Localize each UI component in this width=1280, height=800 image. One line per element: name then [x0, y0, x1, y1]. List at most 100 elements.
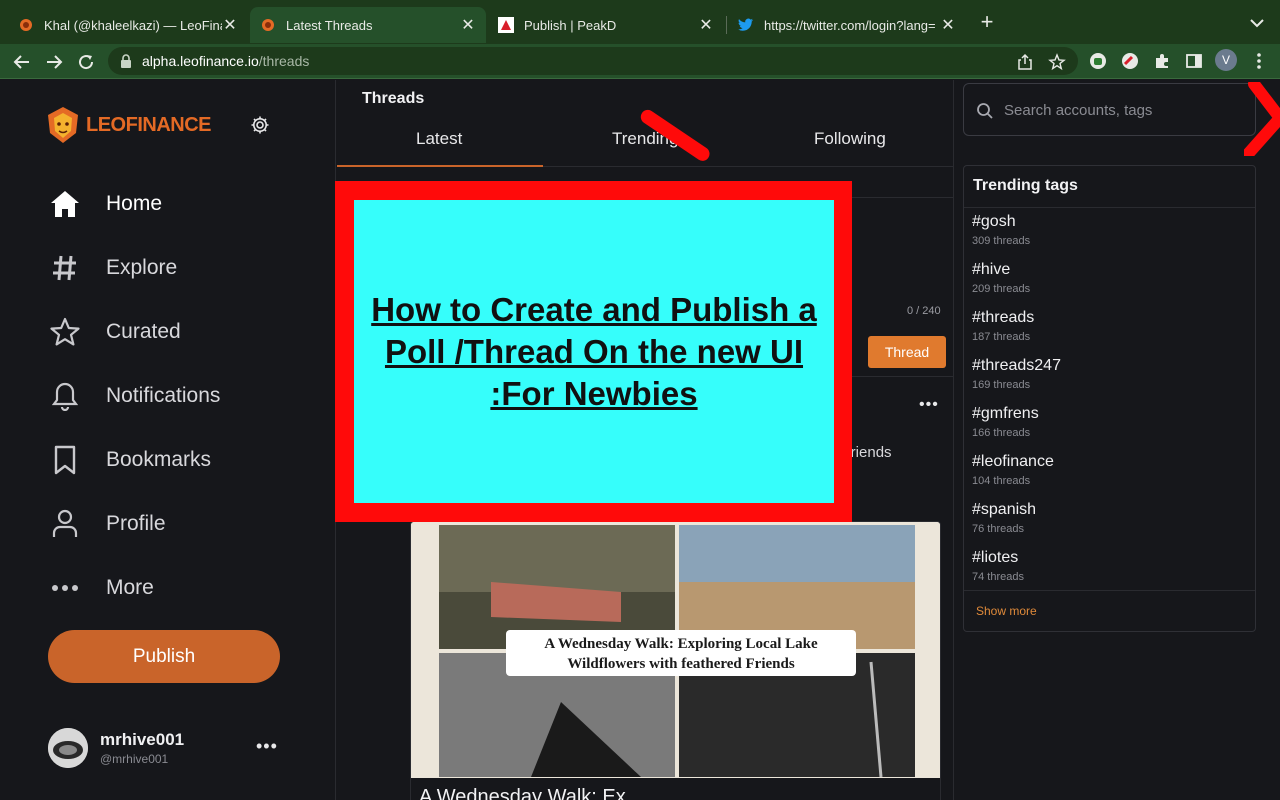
browser-tab-peakd[interactable]: Publish | PeakD ✕ — [488, 7, 724, 43]
sidebar-item-explore[interactable]: Explore — [48, 248, 177, 288]
sidebar-item-label: Explore — [106, 256, 178, 279]
lion-logo-icon — [48, 107, 78, 143]
reload-icon[interactable] — [74, 50, 98, 74]
browser-menu-icon[interactable] — [1248, 50, 1270, 72]
leofinance-logo[interactable]: LEOFINANCE — [44, 104, 212, 146]
tag-name: #gmfrens — [972, 405, 1039, 422]
trending-tag-item[interactable]: #leofinance 104 threads — [972, 453, 1242, 497]
browser-profile-avatar[interactable]: V — [1215, 49, 1237, 71]
current-user[interactable]: mrhive001 @mrhive001 ••• — [48, 728, 288, 770]
lock-icon[interactable] — [120, 54, 132, 68]
character-counter: 0 / 240 — [907, 305, 941, 317]
sidebar-item-profile[interactable]: Profile — [48, 504, 166, 544]
extensions-puzzle-icon[interactable] — [1151, 50, 1173, 72]
sidebar-item-label: Curated — [106, 320, 181, 343]
trending-tag-item[interactable]: #threads 187 threads — [972, 309, 1242, 353]
tag-count: 74 threads — [972, 571, 1024, 583]
tag-count: 166 threads — [972, 427, 1031, 439]
extension-robot-icon[interactable] — [1087, 50, 1109, 72]
user-menu-ellipsis-icon[interactable]: ••• — [256, 736, 278, 757]
bookmark-star-icon[interactable] — [1048, 53, 1066, 71]
browser-tab-strip: Khal (@khaleelkazi) — LeoFina ✕ Latest T… — [0, 0, 1280, 44]
new-tab-icon[interactable]: + — [976, 11, 998, 34]
close-tab-icon[interactable]: ✕ — [940, 15, 956, 35]
thumbnail-caption-line1: A Wednesday Walk: Exploring Local Lake — [544, 636, 818, 652]
avatar[interactable] — [48, 728, 88, 768]
peakd-favicon — [498, 17, 514, 33]
trending-tags-panel: Trending tags #gosh 309 threads #hive 209 … — [963, 165, 1256, 632]
divider — [964, 207, 1255, 208]
trending-tag-item[interactable]: #hive 209 threads — [972, 261, 1242, 305]
tag-count: 76 threads — [972, 523, 1024, 535]
tab-title: Khal (@khaleelkazi) — LeoFina — [44, 17, 222, 33]
user-icon — [48, 507, 82, 541]
divider — [964, 590, 1255, 591]
annotation-red-arrow — [1244, 82, 1280, 156]
tab-latest[interactable]: Latest — [416, 129, 462, 149]
hash-icon — [48, 251, 82, 285]
leofinance-favicon — [18, 17, 34, 33]
trending-tag-item[interactable]: #spanish 76 threads — [972, 501, 1242, 545]
trending-tags-heading: Trending tags — [973, 177, 1078, 194]
post-thumbnail[interactable]: A Wednesday Walk: Exploring Local Lake W… — [411, 522, 941, 778]
post-link-card[interactable]: A Wednesday Walk: Exploring Local Lake W… — [410, 521, 941, 800]
tag-name: #threads — [972, 309, 1035, 326]
home-icon — [48, 187, 82, 221]
browser-toolbar: alpha.leofinance.io/threads V — [0, 44, 1280, 79]
close-tab-icon[interactable]: ✕ — [222, 15, 238, 35]
browser-tab-leofinance-profile[interactable]: Khal (@khaleelkazi) — LeoFina ✕ — [8, 7, 248, 43]
tab-title: Latest Threads — [286, 17, 373, 33]
active-tab-indicator — [337, 165, 543, 167]
tag-count: 187 threads — [972, 331, 1031, 343]
right-sidebar: Trending tags #gosh 309 threads #hive 209 … — [955, 80, 1280, 800]
tag-count: 104 threads — [972, 475, 1031, 487]
thread-submit-button[interactable]: Thread — [868, 336, 946, 368]
trending-tag-item[interactable]: #gosh 309 threads — [972, 213, 1242, 257]
extension-key-icon[interactable] — [1119, 50, 1141, 72]
tag-count: 209 threads — [972, 283, 1031, 295]
search-input[interactable] — [1004, 99, 1244, 121]
tab-separator — [726, 16, 727, 34]
sidebar-item-label: More — [106, 576, 154, 599]
tag-name: #hive — [972, 261, 1011, 278]
overlay-title-text: How to Create and Publish a Poll /Thread… — [371, 290, 817, 412]
tag-count: 169 threads — [972, 379, 1031, 391]
sidebar-item-label: Home — [106, 192, 163, 215]
trending-tag-item[interactable]: #gmfrens 166 threads — [972, 405, 1242, 449]
share-icon[interactable] — [1016, 53, 1034, 71]
user-handle: @mrhive001 — [100, 752, 169, 766]
tag-name: #spanish — [972, 501, 1037, 518]
side-panel-icon[interactable] — [1183, 50, 1205, 72]
url-text[interactable]: alpha.leofinance.io/threads — [142, 53, 309, 69]
sidebar-item-home[interactable]: Home — [48, 184, 162, 224]
browser-tab-latest-threads[interactable]: Latest Threads ✕ — [250, 7, 486, 43]
sidebar-item-more[interactable]: More — [48, 568, 154, 608]
sidebar-item-bookmarks[interactable]: Bookmarks — [48, 440, 211, 480]
gear-icon[interactable] — [250, 115, 270, 135]
tag-name: #threads247 — [972, 357, 1061, 374]
post-options-ellipsis-icon[interactable]: ••• — [919, 396, 939, 414]
trending-tag-item[interactable]: #liotes 74 threads — [972, 549, 1242, 593]
url-path: /threads — [258, 53, 310, 69]
forward-arrow-icon[interactable] — [42, 50, 66, 74]
sidebar-item-label: Notifications — [106, 384, 221, 407]
browser-tab-twitter[interactable]: https://twitter.com/login?lang= ✕ — [728, 7, 966, 43]
show-more-link[interactable]: Show more — [976, 604, 1037, 618]
address-bar[interactable]: alpha.leofinance.io/threads — [108, 47, 1078, 75]
post-card-title[interactable]: A Wednesday Walk: Ex — [419, 786, 626, 800]
tab-search-chevron-icon[interactable] — [1248, 14, 1266, 32]
logo-text: LEOFINANCE — [86, 113, 212, 136]
left-sidebar: LEOFINANCE Home Explore Curated Notifica… — [0, 80, 336, 800]
search-box[interactable] — [963, 83, 1256, 136]
tutorial-title-overlay: How to Create and Publish a Poll /Thread… — [335, 181, 852, 522]
sidebar-item-curated[interactable]: Curated — [48, 312, 181, 352]
close-tab-icon[interactable]: ✕ — [460, 15, 476, 35]
trending-tag-item[interactable]: #threads247 169 threads — [972, 357, 1242, 401]
tab-following[interactable]: Following — [814, 129, 886, 149]
back-arrow-icon[interactable] — [10, 50, 34, 74]
sidebar-item-label: Profile — [106, 512, 166, 535]
feed-tabs: Latest Trending Following — [337, 120, 953, 167]
sidebar-item-notifications[interactable]: Notifications — [48, 376, 220, 416]
close-tab-icon[interactable]: ✕ — [698, 15, 714, 35]
publish-button[interactable]: Publish — [48, 630, 280, 683]
